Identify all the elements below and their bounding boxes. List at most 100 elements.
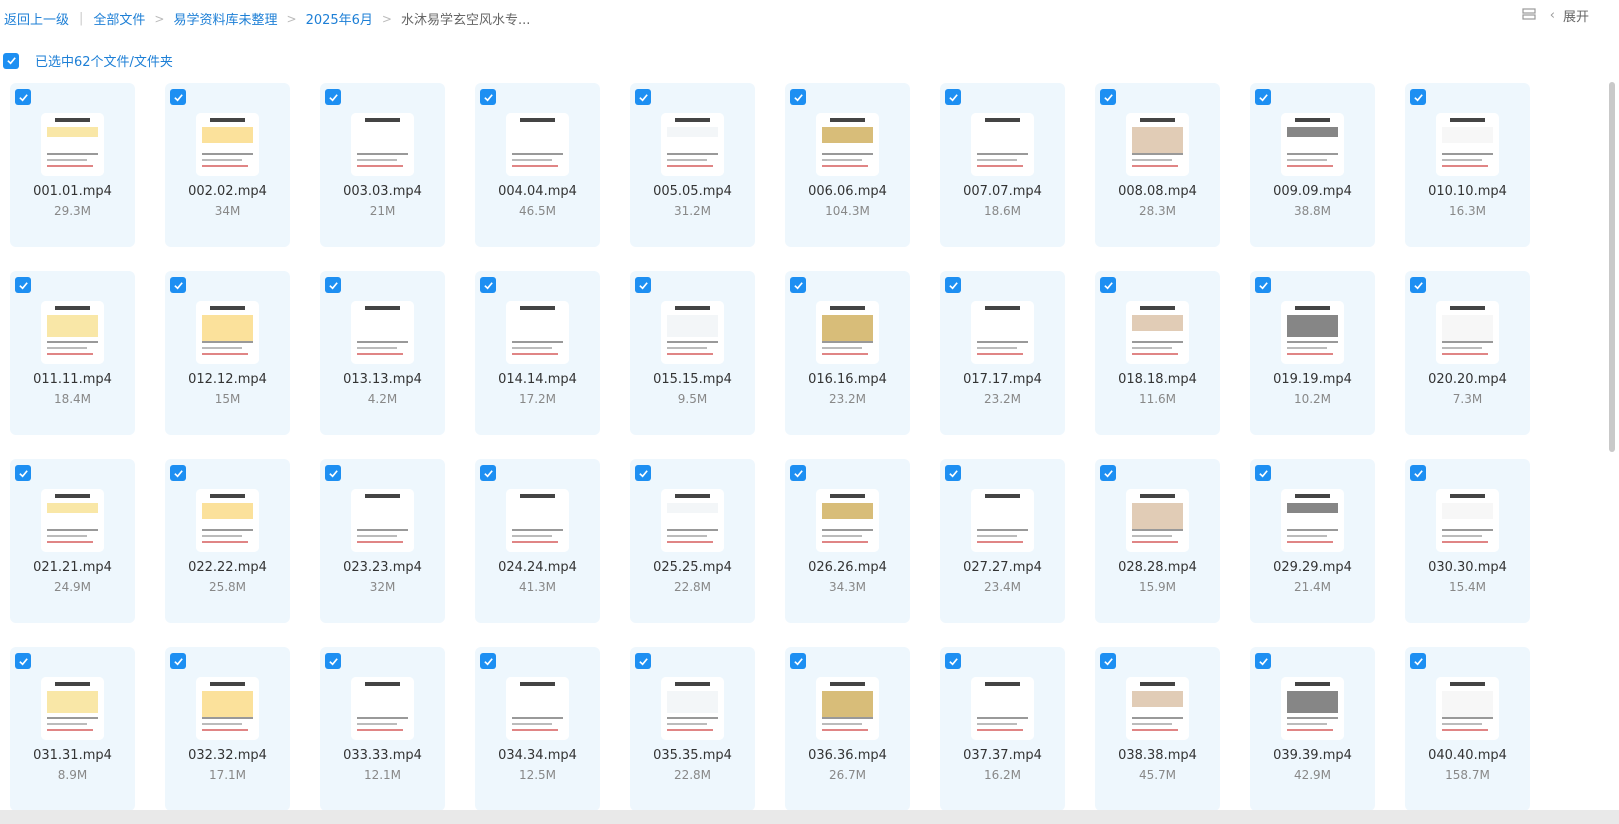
file-checkbox[interactable]: [325, 277, 341, 293]
file-card[interactable]: 001.01.mp4 29.3M: [10, 83, 135, 247]
file-checkbox[interactable]: [635, 277, 651, 293]
file-checkbox[interactable]: [15, 277, 31, 293]
video-thumbnail[interactable]: [1281, 301, 1344, 364]
file-card[interactable]: 020.20.mp4 7.3M: [1405, 271, 1530, 435]
file-card[interactable]: 022.22.mp4 25.8M: [165, 459, 290, 623]
video-thumbnail[interactable]: [971, 301, 1034, 364]
file-card[interactable]: 007.07.mp4 18.6M: [940, 83, 1065, 247]
scrollbar[interactable]: [1609, 82, 1615, 452]
video-thumbnail[interactable]: [1436, 677, 1499, 740]
file-checkbox[interactable]: [790, 277, 806, 293]
video-thumbnail[interactable]: [196, 113, 259, 176]
video-thumbnail[interactable]: [661, 489, 724, 552]
video-thumbnail[interactable]: [1436, 489, 1499, 552]
video-thumbnail[interactable]: [351, 301, 414, 364]
file-card[interactable]: 008.08.mp4 28.3M: [1095, 83, 1220, 247]
video-thumbnail[interactable]: [506, 113, 569, 176]
file-card[interactable]: 027.27.mp4 23.4M: [940, 459, 1065, 623]
file-card[interactable]: 038.38.mp4 45.7M: [1095, 647, 1220, 811]
file-checkbox[interactable]: [1255, 653, 1271, 669]
file-checkbox[interactable]: [15, 89, 31, 105]
file-checkbox[interactable]: [325, 89, 341, 105]
video-thumbnail[interactable]: [41, 677, 104, 740]
file-checkbox[interactable]: [1410, 653, 1426, 669]
file-card[interactable]: 031.31.mp4 8.9M: [10, 647, 135, 811]
video-thumbnail[interactable]: [816, 677, 879, 740]
file-checkbox[interactable]: [170, 89, 186, 105]
file-card[interactable]: 035.35.mp4 22.8M: [630, 647, 755, 811]
video-thumbnail[interactable]: [1126, 677, 1189, 740]
file-checkbox[interactable]: [945, 89, 961, 105]
file-card[interactable]: 009.09.mp4 38.8M: [1250, 83, 1375, 247]
file-card[interactable]: 029.29.mp4 21.4M: [1250, 459, 1375, 623]
file-card[interactable]: 006.06.mp4 104.3M: [785, 83, 910, 247]
video-thumbnail[interactable]: [661, 677, 724, 740]
file-checkbox[interactable]: [945, 465, 961, 481]
file-card[interactable]: 011.11.mp4 18.4M: [10, 271, 135, 435]
file-card[interactable]: 023.23.mp4 32M: [320, 459, 445, 623]
file-card[interactable]: 016.16.mp4 23.2M: [785, 271, 910, 435]
video-thumbnail[interactable]: [506, 677, 569, 740]
file-card[interactable]: 017.17.mp4 23.2M: [940, 271, 1065, 435]
file-checkbox[interactable]: [1410, 465, 1426, 481]
video-thumbnail[interactable]: [661, 113, 724, 176]
file-checkbox[interactable]: [635, 653, 651, 669]
file-card[interactable]: 032.32.mp4 17.1M: [165, 647, 290, 811]
video-thumbnail[interactable]: [41, 301, 104, 364]
file-checkbox[interactable]: [1100, 465, 1116, 481]
file-checkbox[interactable]: [170, 277, 186, 293]
file-checkbox[interactable]: [480, 277, 496, 293]
file-checkbox[interactable]: [790, 653, 806, 669]
file-card[interactable]: 004.04.mp4 46.5M: [475, 83, 600, 247]
file-checkbox[interactable]: [170, 653, 186, 669]
file-card[interactable]: 030.30.mp4 15.4M: [1405, 459, 1530, 623]
video-thumbnail[interactable]: [971, 113, 1034, 176]
file-card[interactable]: 019.19.mp4 10.2M: [1250, 271, 1375, 435]
video-thumbnail[interactable]: [1126, 113, 1189, 176]
video-thumbnail[interactable]: [1126, 301, 1189, 364]
file-card[interactable]: 003.03.mp4 21M: [320, 83, 445, 247]
video-thumbnail[interactable]: [661, 301, 724, 364]
file-card[interactable]: 033.33.mp4 12.1M: [320, 647, 445, 811]
file-card[interactable]: 040.40.mp4 158.7M: [1405, 647, 1530, 811]
video-thumbnail[interactable]: [351, 113, 414, 176]
file-card[interactable]: 039.39.mp4 42.9M: [1250, 647, 1375, 811]
file-checkbox[interactable]: [480, 465, 496, 481]
file-checkbox[interactable]: [635, 89, 651, 105]
file-card[interactable]: 028.28.mp4 15.9M: [1095, 459, 1220, 623]
file-card[interactable]: 036.36.mp4 26.7M: [785, 647, 910, 811]
video-thumbnail[interactable]: [1281, 113, 1344, 176]
file-checkbox[interactable]: [325, 653, 341, 669]
video-thumbnail[interactable]: [1436, 301, 1499, 364]
file-checkbox[interactable]: [1100, 277, 1116, 293]
file-checkbox[interactable]: [790, 89, 806, 105]
video-thumbnail[interactable]: [506, 301, 569, 364]
file-card[interactable]: 005.05.mp4 31.2M: [630, 83, 755, 247]
file-checkbox[interactable]: [1410, 89, 1426, 105]
file-checkbox[interactable]: [1100, 89, 1116, 105]
video-thumbnail[interactable]: [1436, 113, 1499, 176]
video-thumbnail[interactable]: [971, 677, 1034, 740]
video-thumbnail[interactable]: [196, 301, 259, 364]
file-card[interactable]: 013.13.mp4 4.2M: [320, 271, 445, 435]
video-thumbnail[interactable]: [816, 301, 879, 364]
video-thumbnail[interactable]: [196, 677, 259, 740]
file-checkbox[interactable]: [1255, 277, 1271, 293]
file-card[interactable]: 010.10.mp4 16.3M: [1405, 83, 1530, 247]
file-checkbox[interactable]: [1255, 89, 1271, 105]
video-thumbnail[interactable]: [351, 489, 414, 552]
file-card[interactable]: 025.25.mp4 22.8M: [630, 459, 755, 623]
file-checkbox[interactable]: [945, 653, 961, 669]
video-thumbnail[interactable]: [351, 677, 414, 740]
video-thumbnail[interactable]: [971, 489, 1034, 552]
file-checkbox[interactable]: [480, 89, 496, 105]
file-checkbox[interactable]: [945, 277, 961, 293]
list-view-icon[interactable]: [1522, 7, 1536, 25]
file-checkbox[interactable]: [1100, 653, 1116, 669]
file-card[interactable]: 012.12.mp4 15M: [165, 271, 290, 435]
file-checkbox[interactable]: [1255, 465, 1271, 481]
file-card[interactable]: 002.02.mp4 34M: [165, 83, 290, 247]
file-card[interactable]: 014.14.mp4 17.2M: [475, 271, 600, 435]
expand-button[interactable]: ‹ 展开: [1550, 6, 1589, 25]
video-thumbnail[interactable]: [816, 489, 879, 552]
